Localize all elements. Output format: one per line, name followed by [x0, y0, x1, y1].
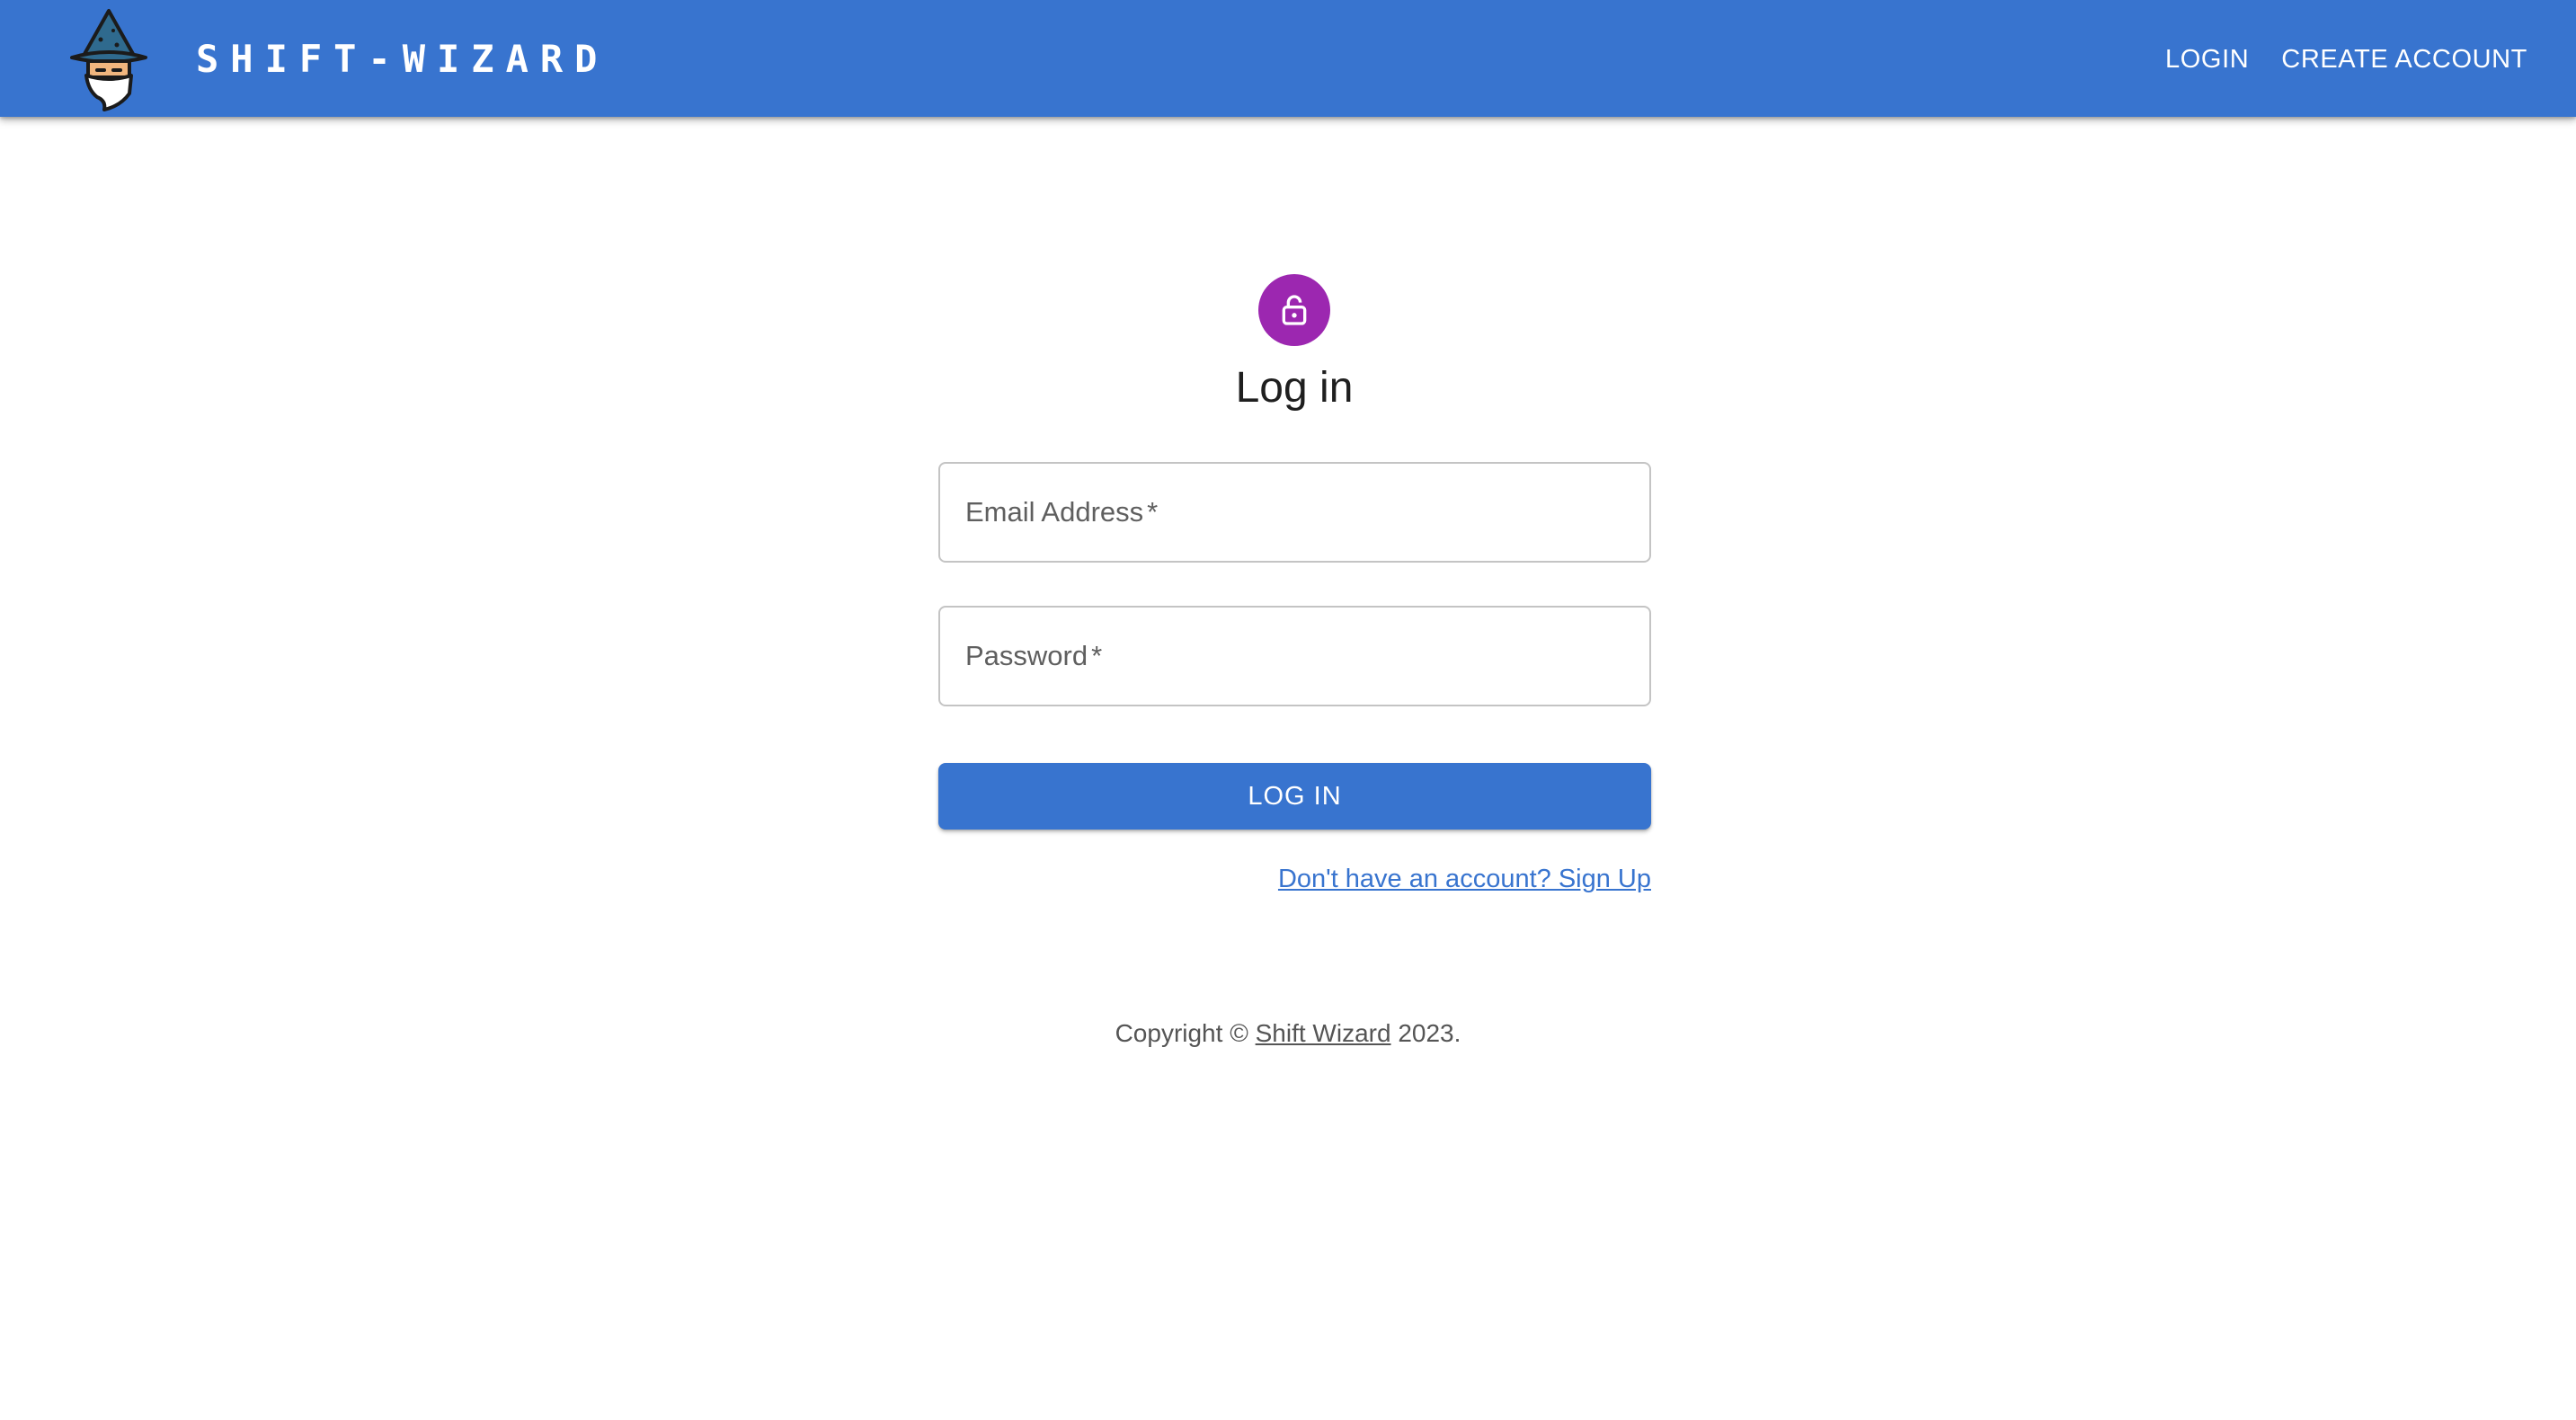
- password-field[interactable]: Password *: [938, 606, 1651, 706]
- wizard-icon[interactable]: [65, 7, 153, 113]
- app-bar: SHIFT-WIZARD LOGIN CREATE ACCOUNT: [0, 0, 2576, 117]
- footer-link-shift-wizard[interactable]: Shift Wizard: [1256, 1019, 1391, 1047]
- page-title: Log in: [1235, 364, 1354, 412]
- top-nav: LOGIN CREATE ACCOUNT: [2149, 36, 2544, 83]
- brand-title[interactable]: SHIFT-WIZARD: [196, 38, 608, 81]
- footer: Copyright © Shift Wizard 2023.: [0, 1016, 2576, 1052]
- login-button[interactable]: LOG IN: [938, 763, 1651, 830]
- password-input[interactable]: [940, 608, 1649, 705]
- nav-login[interactable]: LOGIN: [2149, 36, 2265, 83]
- email-field[interactable]: Email Address *: [938, 462, 1651, 563]
- nav-create-account[interactable]: CREATE ACCOUNT: [2265, 36, 2544, 83]
- copyright-prefix: Copyright ©: [1115, 1019, 1256, 1047]
- lock-avatar: [1258, 274, 1330, 346]
- lock-icon: [1282, 295, 1307, 325]
- signup-link[interactable]: Don't have an account? Sign Up: [1278, 861, 1651, 897]
- copyright-suffix: 2023.: [1390, 1019, 1461, 1047]
- email-input[interactable]: [940, 464, 1649, 561]
